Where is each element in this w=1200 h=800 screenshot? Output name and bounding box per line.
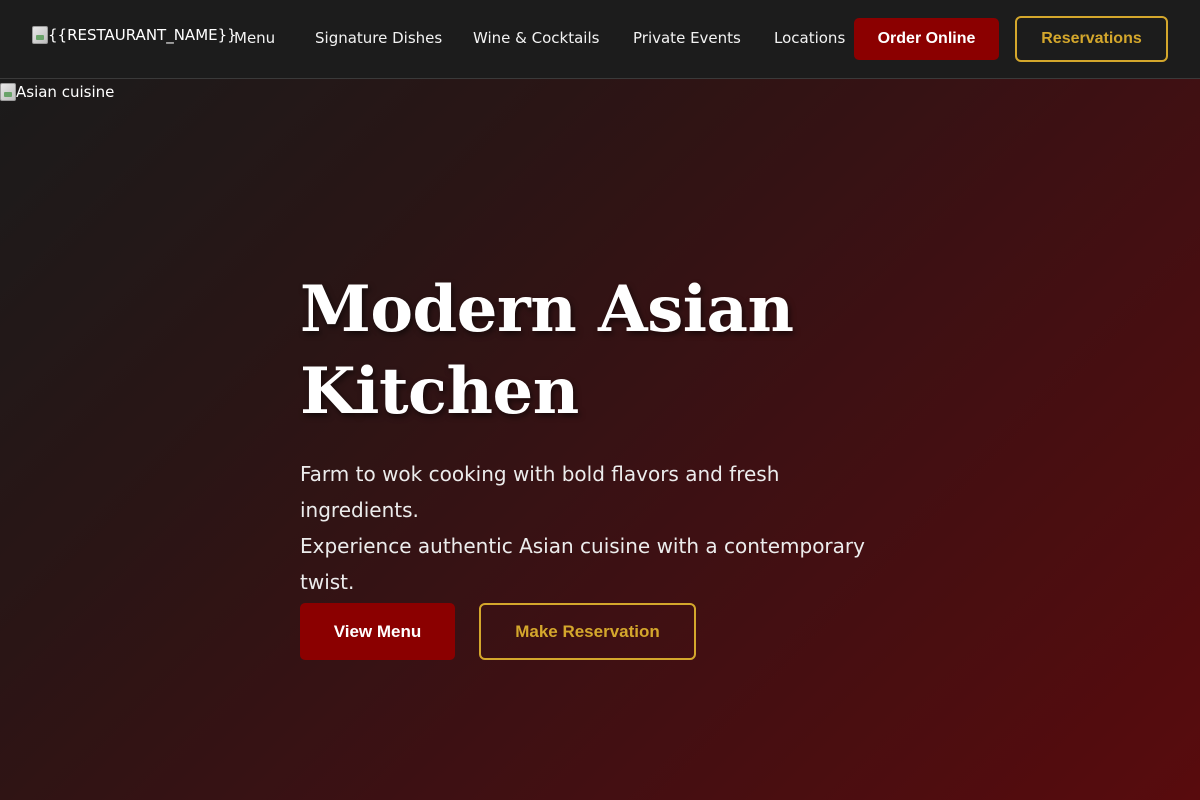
nav-item-menu[interactable]: Menu <box>234 29 275 47</box>
hero-title-line-2: Kitchen <box>300 354 579 429</box>
make-reservation-button[interactable]: Make Reservation <box>479 603 696 660</box>
hero-title: Modern Asian Kitchen <box>300 269 820 433</box>
hero-title-line-1: Modern Asian <box>300 272 794 347</box>
hero-subtitle-line-1: Farm to wok cooking with bold flavors an… <box>300 462 780 522</box>
broken-image-icon <box>32 26 48 44</box>
hero-subtitle-line-2: Experience authentic Asian cuisine with … <box>300 534 865 558</box>
hero-image-alt-text: Asian cuisine <box>16 83 115 101</box>
broken-image-icon <box>0 83 16 101</box>
hero-image: Asian cuisine <box>0 83 114 101</box>
brand-logo-alt-text: {{RESTAURANT_NAME}} <box>48 26 237 44</box>
nav-item-locations[interactable]: Locations <box>774 29 845 47</box>
brand-logo-link[interactable]: {{RESTAURANT_NAME}} <box>32 26 237 44</box>
hero-section: Asian cuisine Modern Asian Kitchen Farm … <box>0 79 1200 800</box>
top-navbar: {{RESTAURANT_NAME}} Menu Signature Dishe… <box>0 0 1200 79</box>
reservations-button[interactable]: Reservations <box>1015 16 1168 62</box>
nav-item-signature-dishes[interactable]: Signature Dishes <box>315 29 442 47</box>
hero-subtitle-line-3: twist. <box>300 570 355 594</box>
hero-subtitle: Farm to wok cooking with bold flavors an… <box>300 456 900 600</box>
view-menu-button[interactable]: View Menu <box>300 603 455 660</box>
order-online-button[interactable]: Order Online <box>854 18 999 60</box>
nav-item-private-events[interactable]: Private Events <box>633 29 741 47</box>
nav-item-wine-cocktails[interactable]: Wine & Cocktails <box>473 29 599 47</box>
